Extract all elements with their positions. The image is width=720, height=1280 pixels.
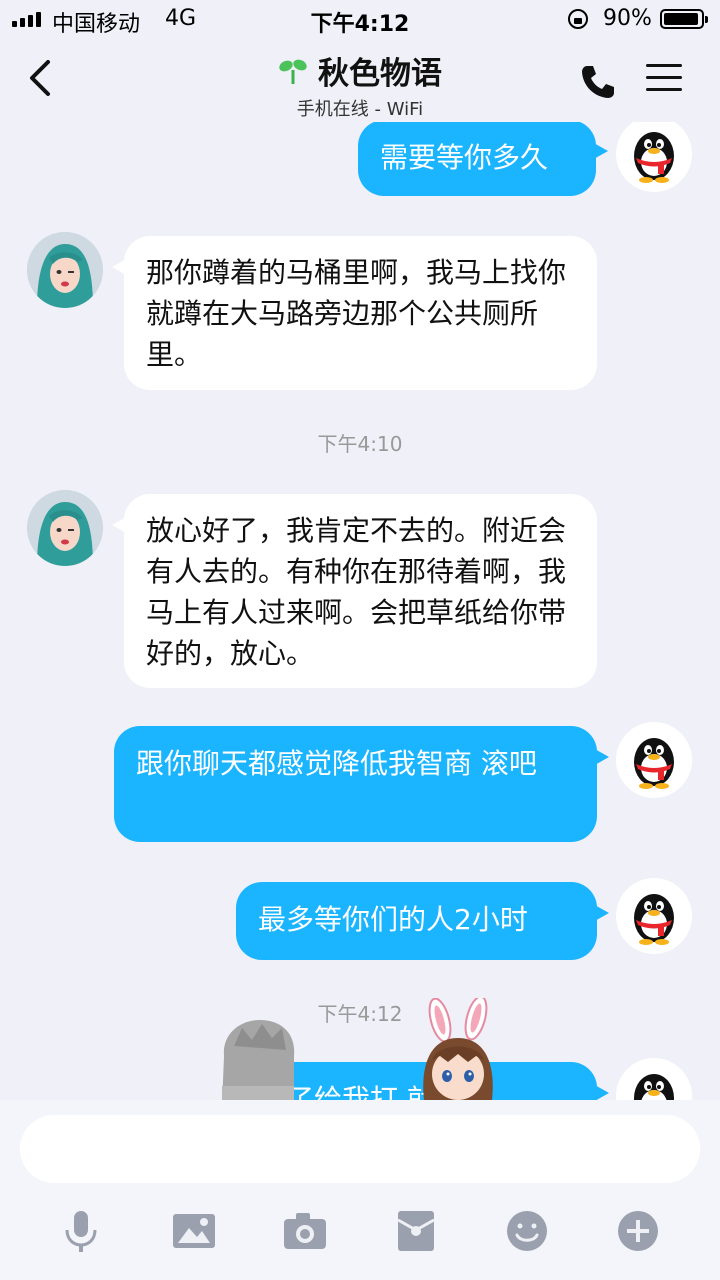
penguin-avatar-icon xyxy=(634,1074,674,1100)
chat-list[interactable]: 需要等你多久 那你蹲着的马桶里啊，我马上找你就蹲在大马路旁边那个公共厕所里。 下… xyxy=(0,122,720,1100)
more-button[interactable] xyxy=(615,1208,661,1254)
battery-percent: 90% xyxy=(603,6,652,31)
message-timestamp: 下午4:10 xyxy=(317,432,403,456)
contact-name: 秋色物语 xyxy=(318,56,442,92)
sprout-icon xyxy=(279,59,307,84)
image-icon xyxy=(173,1214,215,1248)
penguin-avatar-icon xyxy=(634,894,674,945)
avatar-contact[interactable] xyxy=(27,490,103,566)
bunny-girl-sticker-icon xyxy=(423,998,493,1100)
input-toolbar xyxy=(0,1200,720,1260)
microphone-icon xyxy=(65,1211,97,1252)
status-bar: 中国移动 4G 下午4:12 90% xyxy=(0,0,720,40)
avatar-self[interactable] xyxy=(616,878,692,954)
battery-icon xyxy=(660,9,708,29)
contact-avatar-photo xyxy=(27,490,103,566)
penguin-avatar-icon xyxy=(634,132,674,183)
avatar-self[interactable] xyxy=(616,722,692,798)
gallery-button[interactable] xyxy=(171,1208,217,1254)
plus-icon xyxy=(618,1211,658,1251)
menu-button[interactable] xyxy=(646,64,682,94)
message-bubble-outgoing[interactable]: 需要等你多久 xyxy=(358,122,608,196)
message-timestamp: 下午4:12 xyxy=(317,1002,403,1026)
red-packet-button[interactable] xyxy=(393,1208,439,1254)
rotation-lock-icon xyxy=(568,9,588,29)
phone-icon xyxy=(582,66,614,98)
voice-button[interactable] xyxy=(58,1208,104,1254)
avatar-contact[interactable] xyxy=(27,232,103,308)
message-input[interactable] xyxy=(20,1115,700,1183)
penguin-avatar-icon xyxy=(634,738,674,789)
red-packet-icon xyxy=(397,1211,435,1251)
gray-figure-sticker-icon xyxy=(222,1020,295,1100)
message-bubble-incoming[interactable]: 那你蹲着的马桶里啊，我马上找你就蹲在大马路旁边那个公共厕所里。 xyxy=(112,236,597,390)
camera-icon xyxy=(284,1213,326,1249)
call-button[interactable] xyxy=(578,62,618,102)
input-area xyxy=(0,1100,720,1280)
message-bubble-outgoing[interactable]: 跟你聊天都感觉降低我智商 滚吧 xyxy=(114,726,609,842)
chat-header: 秋色物语 手机在线 - WiFi xyxy=(0,40,720,122)
message-bubble-incoming[interactable]: 放心好了，我肯定不去的。附近会有人去的。有种你在那待着啊，我马上有人过来啊。会把… xyxy=(112,494,597,688)
hamburger-icon xyxy=(646,64,682,91)
chat-title: 秋色物语 xyxy=(278,48,442,93)
avatar-self[interactable] xyxy=(616,1058,692,1100)
emoji-icon xyxy=(507,1211,547,1251)
emoji-button[interactable] xyxy=(504,1208,550,1254)
camera-button[interactable] xyxy=(282,1208,328,1254)
contact-avatar-photo xyxy=(27,232,103,308)
message-bubble-outgoing[interactable]: 最多等你们的人2小时 xyxy=(236,882,609,960)
avatar-self[interactable] xyxy=(616,122,692,192)
